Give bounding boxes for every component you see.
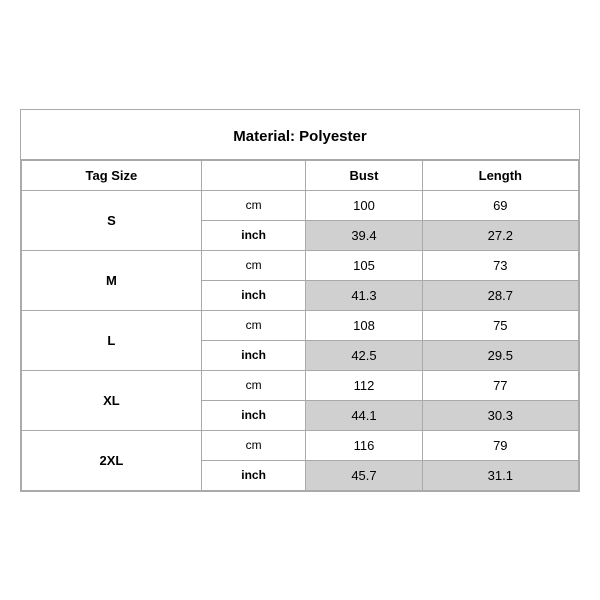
bust-inch: 41.3: [306, 280, 422, 310]
unit-cm: cm: [201, 310, 306, 340]
header-empty: [201, 160, 306, 190]
table-row: XL cm 112 77: [22, 370, 579, 400]
bust-inch: 39.4: [306, 220, 422, 250]
table-row: S cm 100 69: [22, 190, 579, 220]
size-chart-container: Material: Polyester Tag Size Bust Length…: [20, 109, 580, 492]
bust-cm: 105: [306, 250, 422, 280]
tag-size-cell: M: [22, 250, 202, 310]
header-bust: Bust: [306, 160, 422, 190]
length-inch: 28.7: [422, 280, 578, 310]
unit-inch: inch: [201, 220, 306, 250]
unit-cm: cm: [201, 430, 306, 460]
length-inch: 27.2: [422, 220, 578, 250]
table-row: M cm 105 73: [22, 250, 579, 280]
unit-inch: inch: [201, 340, 306, 370]
length-inch: 31.1: [422, 460, 578, 490]
length-inch: 29.5: [422, 340, 578, 370]
header-length: Length: [422, 160, 578, 190]
length-cm: 77: [422, 370, 578, 400]
unit-cm: cm: [201, 190, 306, 220]
bust-cm: 100: [306, 190, 422, 220]
length-cm: 75: [422, 310, 578, 340]
tag-size-cell: 2XL: [22, 430, 202, 490]
tag-size-cell: XL: [22, 370, 202, 430]
bust-cm: 112: [306, 370, 422, 400]
length-inch: 30.3: [422, 400, 578, 430]
bust-cm: 116: [306, 430, 422, 460]
tag-size-cell: L: [22, 310, 202, 370]
table-row: L cm 108 75: [22, 310, 579, 340]
length-cm: 73: [422, 250, 578, 280]
unit-inch: inch: [201, 400, 306, 430]
unit-cm: cm: [201, 370, 306, 400]
table-row: 2XL cm 116 79: [22, 430, 579, 460]
unit-inch: inch: [201, 280, 306, 310]
bust-inch: 44.1: [306, 400, 422, 430]
header-tag-size: Tag Size: [22, 160, 202, 190]
size-table: Tag Size Bust Length S cm 100 69 inch 39…: [21, 160, 579, 491]
unit-inch: inch: [201, 460, 306, 490]
bust-inch: 42.5: [306, 340, 422, 370]
bust-cm: 108: [306, 310, 422, 340]
chart-title: Material: Polyester: [21, 110, 579, 160]
bust-inch: 45.7: [306, 460, 422, 490]
length-cm: 79: [422, 430, 578, 460]
unit-cm: cm: [201, 250, 306, 280]
length-cm: 69: [422, 190, 578, 220]
tag-size-cell: S: [22, 190, 202, 250]
